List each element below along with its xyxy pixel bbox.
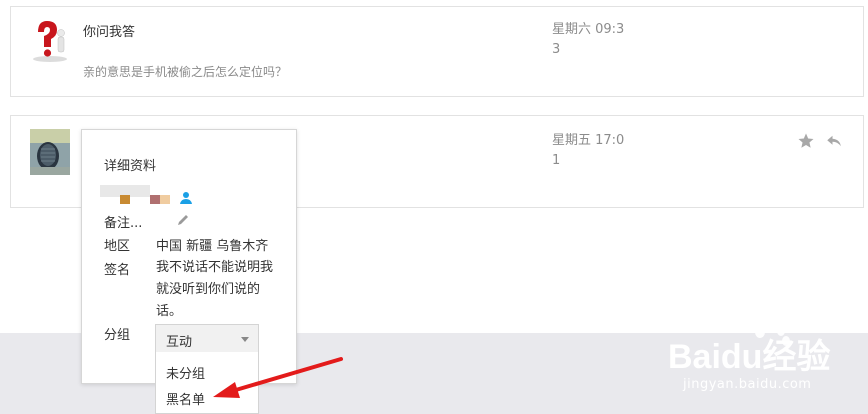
group-row: 分组 [104,324,130,343]
pencil-icon[interactable] [176,213,190,227]
popup-title: 详细资料 [104,159,157,174]
message-count: 3 [552,42,561,57]
message-time: 星期五 17:0 1 [552,131,624,171]
group-option[interactable]: 未分组 [166,363,205,382]
group-option-blacklist[interactable]: 黑名单 [166,389,205,408]
message-item[interactable]: 你问我答 亲的意思是手机被偷之后怎么定位吗？ 星期六 09:3 3 [10,6,864,97]
region-value: 中国 新疆 乌鲁木齐 [156,239,269,254]
avatar[interactable] [30,129,70,175]
message-snippet: 亲的意思是手机被偷之后怎么定位吗？ [83,65,288,79]
message-count: 1 [552,153,561,168]
group-label: 分组 [104,328,131,343]
signature-label: 签名 [104,263,131,278]
watermark-brand: Baidu经验 [668,337,830,376]
message-timestamp: 星期六 09:3 [552,22,625,37]
message-actions [797,132,843,150]
signature-value: 我不说话不能说明我就没听到你们说的话。 [156,260,274,319]
signature-row: 签名 我不说话不能说明我就没听到你们说的话。 [104,259,273,319]
group-select[interactable]: 互动 [155,324,259,353]
region-row: 地区 中国 新疆 乌鲁木齐 [104,235,268,254]
watermark-url: jingyan.baidu.com [683,377,812,392]
nickname-blurred [100,182,280,204]
message-time: 星期六 09:3 3 [552,20,624,60]
region-label: 地区 [104,239,131,254]
remark-label: 备注... [104,216,143,231]
avatar[interactable] [30,18,70,62]
chevron-down-icon [241,337,249,342]
user-badge-icon [178,190,194,204]
sender-name: 你问我答 [83,25,136,40]
red-arrow-annotation [213,357,343,398]
remark-row[interactable]: 备注... [104,212,188,231]
star-icon[interactable] [797,132,815,150]
group-selected-value: 互动 [166,335,193,350]
message-timestamp: 星期五 17:0 [552,133,625,148]
reply-icon[interactable] [825,132,843,150]
